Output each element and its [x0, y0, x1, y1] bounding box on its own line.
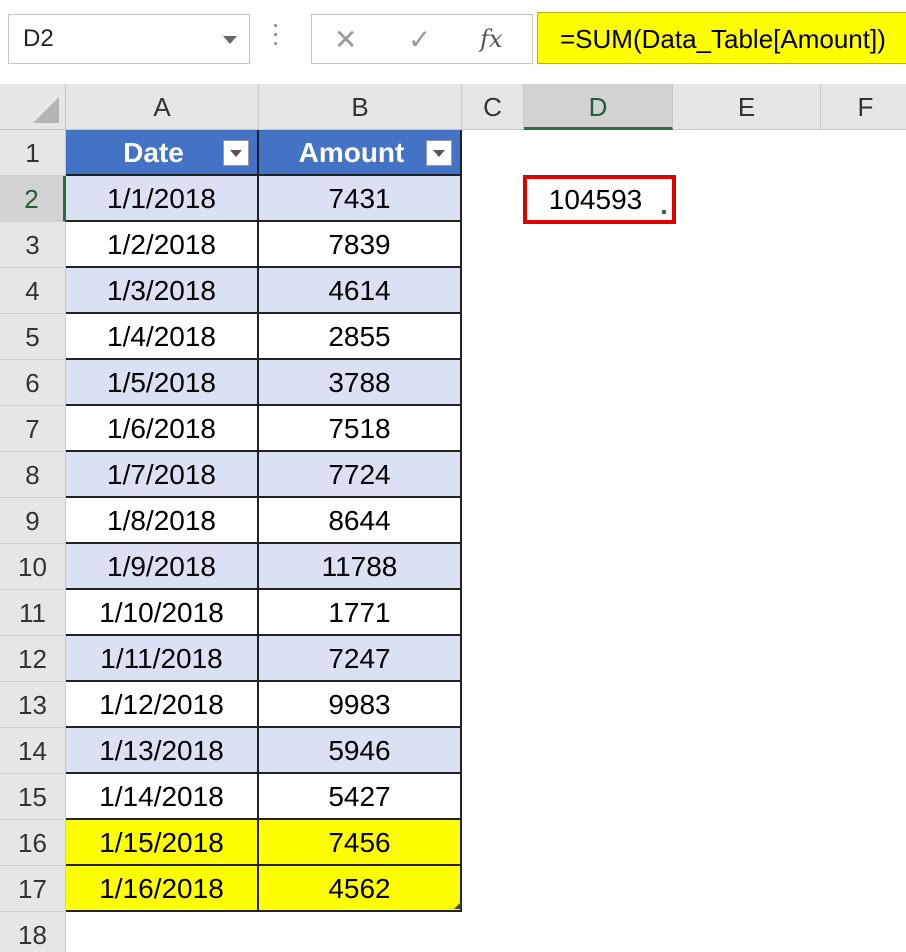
date-cell[interactable]: 1/12/2018 — [66, 682, 259, 728]
date-cell[interactable]: 1/14/2018 — [66, 774, 259, 820]
column-header-b[interactable]: B — [259, 84, 462, 130]
row-header-10[interactable]: 10 — [0, 544, 66, 590]
amount-cell[interactable]: 7247 — [259, 636, 462, 682]
row-header-17[interactable]: 17 — [0, 866, 66, 912]
row-header-7[interactable]: 7 — [0, 406, 66, 452]
formula-input[interactable]: =SUM(Data_Table[Amount]) — [537, 12, 906, 64]
fill-handle[interactable] — [662, 210, 666, 214]
column-header-c[interactable]: C — [462, 84, 524, 130]
date-cell[interactable]: 1/10/2018 — [66, 590, 259, 636]
column-header-f[interactable]: F — [821, 84, 906, 130]
amount-cell[interactable]: 4562 — [259, 866, 462, 912]
amount-cell[interactable]: 4614 — [259, 268, 462, 314]
row-header-6[interactable]: 6 — [0, 360, 66, 406]
table-header-label: Date — [123, 137, 184, 168]
row-header-2[interactable]: 2 — [0, 176, 66, 222]
row-header-3[interactable]: 3 — [0, 222, 66, 268]
amount-cell[interactable]: 11788 — [259, 544, 462, 590]
sum-result-cell[interactable]: 104593 — [523, 175, 676, 224]
table-header-date[interactable]: Date — [66, 130, 259, 176]
date-cell[interactable]: 1/15/2018 — [66, 820, 259, 866]
date-cell[interactable]: 1/4/2018 — [66, 314, 259, 360]
amount-cell[interactable]: 7431 — [259, 176, 462, 222]
amount-cell[interactable]: 7839 — [259, 222, 462, 268]
amount-cell[interactable]: 2855 — [259, 314, 462, 360]
formula-bar: D2 ✕ ✓ fx =SUM(Data_Table[Amount]) — [0, 0, 906, 84]
chevron-down-icon[interactable] — [223, 36, 237, 44]
enter-icon[interactable]: ✓ — [408, 23, 431, 56]
date-cell[interactable]: 1/5/2018 — [66, 360, 259, 406]
amount-cell[interactable]: 7518 — [259, 406, 462, 452]
amount-cell[interactable]: 3788 — [259, 360, 462, 406]
row-header-13[interactable]: 13 — [0, 682, 66, 728]
name-box-value: D2 — [23, 25, 54, 52]
amount-cell[interactable]: 5946 — [259, 728, 462, 774]
date-cell[interactable]: 1/7/2018 — [66, 452, 259, 498]
formula-buttons: ✕ ✓ fx — [311, 14, 533, 64]
date-cell[interactable]: 1/1/2018 — [66, 176, 259, 222]
amount-cell[interactable]: 7456 — [259, 820, 462, 866]
date-cell[interactable]: 1/8/2018 — [66, 498, 259, 544]
row-header-18[interactable]: 18 — [0, 912, 66, 952]
row-header-9[interactable]: 9 — [0, 498, 66, 544]
amount-cell[interactable]: 8644 — [259, 498, 462, 544]
select-all-button[interactable] — [0, 84, 66, 130]
row-header-15[interactable]: 15 — [0, 774, 66, 820]
row-header-5[interactable]: 5 — [0, 314, 66, 360]
row-header-12[interactable]: 12 — [0, 636, 66, 682]
column-header-e[interactable]: E — [673, 84, 821, 130]
amount-cell[interactable]: 1771 — [259, 590, 462, 636]
date-cell[interactable]: 1/13/2018 — [66, 728, 259, 774]
row-header-1[interactable]: 1 — [0, 130, 66, 176]
formula-text: =SUM(Data_Table[Amount]) — [560, 24, 886, 54]
empty-cell[interactable] — [66, 912, 259, 952]
row-header-14[interactable]: 14 — [0, 728, 66, 774]
spreadsheet-grid: A B C D E F 1 2 3 4 5 6 7 8 9 10 11 12 13 14 15 16 17 18 Date Amo… — [0, 84, 906, 952]
row-header-16[interactable]: 16 — [0, 820, 66, 866]
amount-cell[interactable]: 9983 — [259, 682, 462, 728]
amount-cell[interactable]: 7724 — [259, 452, 462, 498]
row-header-4[interactable]: 4 — [0, 268, 66, 314]
filter-dropdown-icon[interactable] — [426, 140, 452, 166]
name-box[interactable]: D2 — [8, 14, 250, 64]
column-header-a[interactable]: A — [66, 84, 259, 130]
date-cell[interactable]: 1/16/2018 — [66, 866, 259, 912]
column-header-d[interactable]: D — [524, 84, 673, 130]
amount-cell[interactable]: 5427 — [259, 774, 462, 820]
row-header-11[interactable]: 11 — [0, 590, 66, 636]
sum-result-value: 104593 — [548, 184, 643, 215]
date-cell[interactable]: 1/6/2018 — [66, 406, 259, 452]
date-cell[interactable]: 1/3/2018 — [66, 268, 259, 314]
row-header-8[interactable]: 8 — [0, 452, 66, 498]
more-options-icon[interactable] — [272, 24, 278, 54]
cancel-icon[interactable]: ✕ — [334, 23, 357, 56]
select-all-icon — [33, 97, 59, 123]
filter-dropdown-icon[interactable] — [223, 140, 249, 166]
date-cell[interactable]: 1/11/2018 — [66, 636, 259, 682]
insert-function-icon[interactable]: fx — [480, 25, 502, 53]
table-header-amount[interactable]: Amount — [259, 130, 462, 176]
date-cell[interactable]: 1/2/2018 — [66, 222, 259, 268]
table-header-label: Amount — [298, 137, 405, 168]
date-cell[interactable]: 1/9/2018 — [66, 544, 259, 590]
